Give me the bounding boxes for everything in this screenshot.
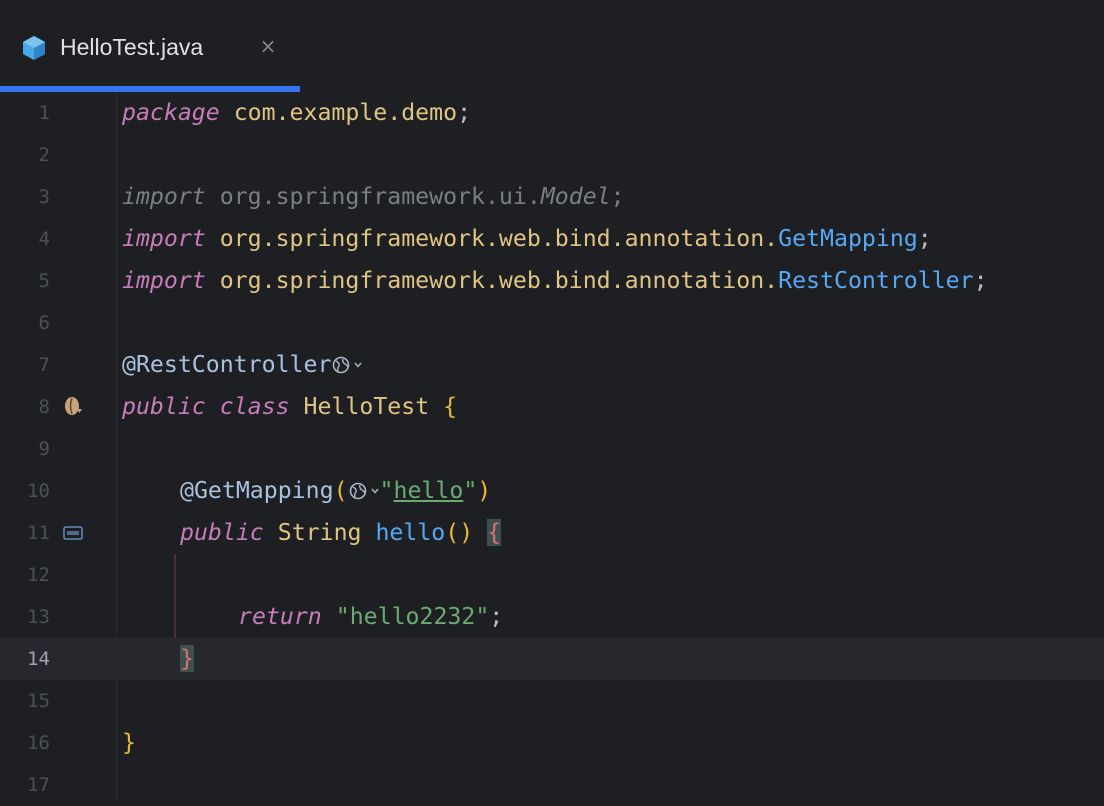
- class-token: GetMapping: [778, 225, 918, 252]
- code-text: import org.springframework.web.bind.anno…: [122, 260, 988, 302]
- punctuation-token: ;: [917, 225, 932, 252]
- code-line: 15: [0, 680, 1104, 722]
- paren-token: ): [477, 477, 492, 504]
- code-text: import org.springframework.web.bind.anno…: [122, 218, 932, 260]
- line-number: 7: [38, 354, 50, 376]
- type-token: String: [277, 519, 362, 546]
- current-code-line: 14 }: [0, 638, 1104, 680]
- java-class-icon: [23, 36, 45, 60]
- code-text: }: [122, 722, 136, 764]
- close-icon[interactable]: ×: [257, 33, 279, 59]
- package-token: org.springframework.web.bind.annotation.: [219, 225, 779, 252]
- matched-brace-token: }: [180, 645, 194, 672]
- package-token: com.example.demo: [233, 99, 458, 126]
- string-quote-token: ": [463, 477, 478, 504]
- code-text: @GetMapping( "hello"): [180, 470, 491, 512]
- code-line: 11 public String hello() {: [0, 512, 1104, 554]
- package-token: org.springframework.web.bind.annotation.: [219, 267, 779, 294]
- line-number: 6: [38, 312, 50, 334]
- code-line: 16 }: [0, 722, 1104, 764]
- line-number: 4: [38, 228, 50, 250]
- code-line: 8 public class HelloTest {: [0, 386, 1104, 428]
- brace-token: }: [122, 729, 136, 756]
- keyword-token: package: [122, 99, 220, 126]
- annotation-token: @GetMapping: [180, 477, 334, 504]
- code-line: 9: [0, 428, 1104, 470]
- tab-title: HelloTest.java: [60, 34, 204, 60]
- editor-tab-bar: HelloTest.java ×: [0, 0, 1104, 92]
- code-text: public String hello() {: [180, 512, 502, 554]
- string-quote-token: ": [379, 477, 394, 504]
- brace-token: {: [443, 393, 458, 420]
- code-line: 7 @RestController: [0, 344, 1104, 386]
- line-number: 3: [38, 186, 50, 208]
- line-number: 13: [27, 606, 50, 628]
- code-line: 4 import org.springframework.web.bind.an…: [0, 218, 1104, 260]
- code-text: public class HelloTest {: [122, 386, 457, 428]
- code-line: 5 import org.springframework.web.bind.an…: [0, 260, 1104, 302]
- keyword-token: public: [122, 393, 206, 420]
- code-editor[interactable]: 1 package com.example.demo; 2 3 import o…: [0, 92, 1104, 802]
- code-text: package com.example.demo;: [122, 92, 471, 134]
- paren-token: (: [333, 477, 348, 504]
- web-globe-icon[interactable]: [348, 481, 368, 501]
- code-text: return "hello2232";: [238, 596, 503, 638]
- line-number: 17: [27, 774, 50, 796]
- matched-brace-token: {: [487, 519, 502, 546]
- code-text: import org.springframework.ui.Model;: [122, 176, 625, 218]
- code-line: 10 @GetMapping( "hello"): [0, 470, 1104, 512]
- line-number: 12: [27, 564, 50, 586]
- punctuation-token: ;: [489, 603, 504, 630]
- keyword-token: return: [238, 603, 322, 630]
- method-name-token: hello: [375, 519, 446, 546]
- punctuation-token: ;: [610, 183, 625, 210]
- chevron-down-icon[interactable]: [353, 360, 363, 370]
- keyword-token: public: [180, 519, 264, 546]
- line-number: 5: [38, 270, 50, 292]
- line-number: 9: [38, 438, 50, 460]
- keyword-token: import: [122, 225, 206, 252]
- web-globe-icon[interactable]: [331, 355, 351, 375]
- class-token: Model: [540, 183, 611, 210]
- code-text: }: [180, 638, 194, 680]
- class-name-token: HelloTest: [303, 393, 430, 420]
- line-number: 10: [27, 480, 50, 502]
- keyword-token: import: [122, 183, 206, 210]
- code-line: 17: [0, 764, 1104, 806]
- chevron-down-icon[interactable]: [370, 486, 380, 496]
- paren-token: (): [445, 519, 474, 546]
- keyword-token: import: [122, 267, 206, 294]
- line-number: 11: [27, 522, 50, 544]
- code-line: 3 import org.springframework.ui.Model;: [0, 176, 1104, 218]
- code-line: 1 package com.example.demo;: [0, 92, 1104, 134]
- url-path-link[interactable]: hello: [394, 477, 464, 504]
- api-icon[interactable]: [63, 526, 83, 540]
- code-line: 13 return "hello2232";: [0, 596, 1104, 638]
- line-number: 2: [38, 144, 50, 166]
- code-text: @RestController: [122, 344, 363, 386]
- line-number: 15: [27, 690, 50, 712]
- line-number: 8: [38, 396, 50, 418]
- tab-hellotest-java[interactable]: HelloTest.java ×: [0, 0, 300, 92]
- punctuation-token: ;: [973, 267, 988, 294]
- line-number: 14: [27, 648, 50, 670]
- class-token: RestController: [778, 267, 974, 294]
- bean-icon[interactable]: [62, 396, 86, 418]
- code-line: 2: [0, 134, 1104, 176]
- package-token: org.springframework.ui.: [219, 183, 541, 210]
- string-token: "hello2232": [335, 603, 490, 630]
- punctuation-token: ;: [457, 99, 472, 126]
- line-number: 1: [38, 102, 50, 124]
- keyword-token: class: [219, 393, 290, 420]
- code-line: 6: [0, 302, 1104, 344]
- annotation-token: @RestController: [122, 351, 332, 378]
- code-line: 12: [0, 554, 1104, 596]
- line-number: 16: [27, 732, 50, 754]
